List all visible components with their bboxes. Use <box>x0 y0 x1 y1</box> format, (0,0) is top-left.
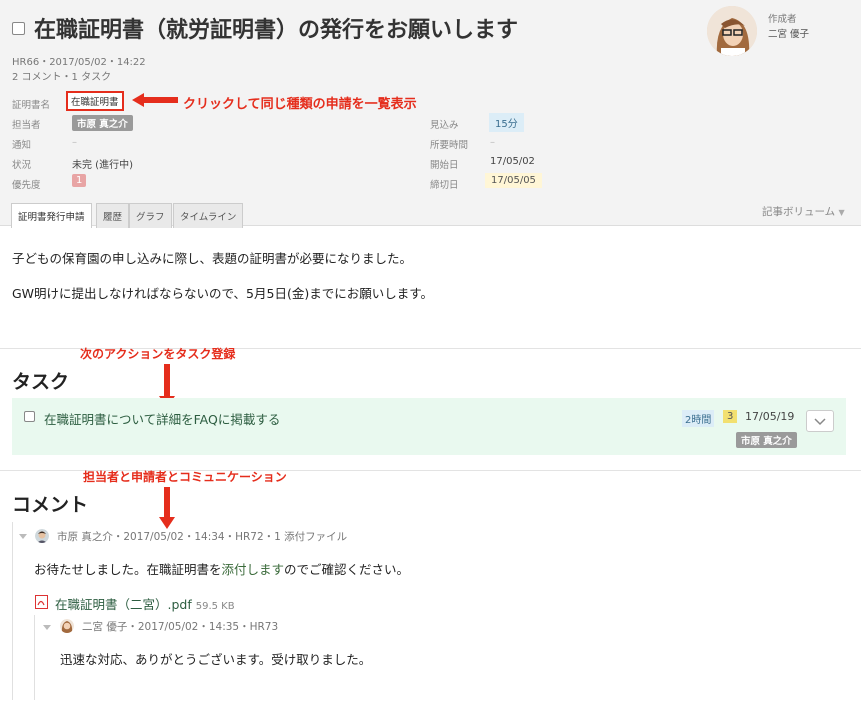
issue-counts: 2 コメント・1 タスク <box>12 72 112 83</box>
required-time-value: – <box>490 137 495 148</box>
attachment-file-size: 59.5 KB <box>195 601 235 612</box>
attachment-link[interactable]: 在職証明書（二宮）.pdf 59.5 KB <box>55 594 235 613</box>
pdf-icon <box>35 595 48 609</box>
tab-graph[interactable]: グラフ <box>129 203 172 228</box>
annotation-cert-click: クリックして同じ種類の申請を一覧表示 <box>183 97 417 112</box>
article-volume-label: 記事ボリューム <box>762 206 836 218</box>
thread-line <box>12 522 13 700</box>
annotation-arrow-left <box>132 93 178 107</box>
tab-cert-request[interactable]: 証明書発行申請 <box>11 203 92 228</box>
comment-2-meta: 二宮 優子・2017/05/02・14:35・HR73 <box>82 621 279 633</box>
due-date-label: 締切日 <box>430 180 459 191</box>
author-avatar[interactable] <box>707 6 757 56</box>
cert-name-value[interactable]: 在職証明書 <box>66 91 124 111</box>
priority-label: 優先度 <box>12 180 41 191</box>
comment-1-attach-link[interactable]: 添付します <box>222 562 285 577</box>
due-date-value[interactable]: 17/05/05 <box>485 173 542 188</box>
comment-1-text-before: お待たせしました。在職証明書を <box>34 562 222 577</box>
estimate-label: 見込み <box>430 120 459 131</box>
task-priority: 3 <box>723 410 738 423</box>
annotation-task-action: 次のアクションをタスク登録 <box>80 347 236 361</box>
issue-meta: HR66・2017/05/02・14:22 <box>12 57 146 68</box>
issue-complete-checkbox[interactable] <box>12 22 25 35</box>
notify-value: – <box>72 137 77 148</box>
cert-name-label: 証明書名 <box>12 100 51 111</box>
assignee-value[interactable]: 市原 真之介 <box>72 115 133 131</box>
tasks-title: タスク <box>12 371 70 393</box>
annotation-arrow-down-2 <box>159 487 175 529</box>
required-time-label: 所要時間 <box>430 140 469 151</box>
task-menu-button[interactable] <box>806 410 834 432</box>
comment-2-text: 迅速な対応、ありがとうございます。受け取りました。 <box>60 652 372 667</box>
collapse-icon[interactable] <box>42 622 52 632</box>
attachment-file-name: 在職証明書（二宮）.pdf <box>55 597 192 612</box>
priority-value[interactable]: 1 <box>72 174 87 187</box>
notify-label: 通知 <box>12 140 32 151</box>
issue-title: 在職証明書（就労証明書）の発行をお願いします <box>34 18 519 43</box>
article-volume-menu[interactable]: 記事ボリューム ▼ <box>762 204 845 219</box>
task-hours: 2時間 <box>682 410 715 427</box>
task-text[interactable]: 在職証明書について詳細をFAQに掲載する <box>44 409 280 428</box>
status-value[interactable]: 未完 (進行中) <box>72 156 133 171</box>
status-label: 状況 <box>12 160 32 171</box>
tab-timeline[interactable]: タイムライン <box>173 203 244 228</box>
body-line-2: GW明けに提出しなければならないので、5月5日(金)までにお願いします。 <box>12 286 433 301</box>
author-name[interactable]: 二宮 優子 <box>768 26 809 40</box>
start-date-label: 開始日 <box>430 160 459 171</box>
replier-avatar <box>60 619 74 633</box>
start-date-value[interactable]: 17/05/02 <box>490 156 535 167</box>
comment-1-text: お待たせしました。在職証明書を添付しますのでご確認ください。 <box>34 559 409 578</box>
task-assignee[interactable]: 市原 真之介 <box>736 432 797 448</box>
author-avatar-image <box>707 6 757 56</box>
tab-history[interactable]: 履歴 <box>96 203 130 228</box>
annotation-communication: 担当者と申請者とコミュニケーション <box>83 470 287 484</box>
body-line-1: 子どもの保育園の申し込みに際し、表題の証明書が必要になりました。 <box>12 251 413 266</box>
comment-1-meta: 市原 真之介・2017/05/02・14:34・HR72・1 添付ファイル <box>57 531 348 543</box>
estimate-value[interactable]: 15分 <box>489 113 524 132</box>
chevron-down-icon: ▼ <box>838 208 845 217</box>
reply-thread-line <box>34 615 35 700</box>
task-checkbox[interactable] <box>24 411 35 422</box>
chevron-down-icon <box>814 418 826 426</box>
collapse-icon[interactable] <box>18 531 28 541</box>
commenter-avatar <box>35 529 49 543</box>
comments-title: コメント <box>12 494 89 516</box>
assignee-label: 担当者 <box>12 120 41 131</box>
comment-1-text-after: のでご確認ください。 <box>284 562 410 577</box>
task-date: 17/05/19 <box>745 410 795 423</box>
author-label: 作成者 <box>768 14 797 25</box>
